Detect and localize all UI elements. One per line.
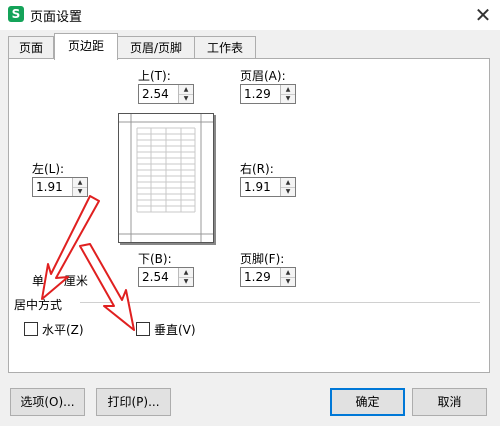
- horizontal-center-label[interactable]: 水平(Z): [42, 321, 84, 338]
- right-margin-label: 右(R):: [240, 162, 274, 176]
- spin-down-icon[interactable]: ▼: [281, 277, 295, 286]
- bottom-margin-value[interactable]: 2.54: [142, 270, 169, 284]
- cancel-button[interactable]: 取消: [412, 388, 487, 416]
- right-margin-spinner[interactable]: 1.91 ▲ ▼: [240, 177, 296, 197]
- page-preview-graphic: [119, 114, 213, 242]
- centering-group-label: 居中方式: [14, 298, 63, 312]
- spin-down-icon[interactable]: ▼: [179, 94, 193, 103]
- footer-margin-label: 页脚(F):: [240, 252, 285, 266]
- tab-margins[interactable]: 页边距: [54, 33, 118, 60]
- left-margin-label: 左(L):: [32, 162, 65, 176]
- left-margin-spinner[interactable]: 1.91 ▲ ▼: [32, 177, 88, 197]
- unit-label: 单位: 厘米: [32, 274, 88, 288]
- top-margin-value[interactable]: 2.54: [142, 87, 169, 101]
- wps-app-icon: S: [8, 6, 24, 22]
- window-title: 页面设置: [30, 10, 83, 25]
- spin-down-icon[interactable]: ▼: [281, 187, 295, 196]
- vertical-center-label[interactable]: 垂直(V): [154, 321, 196, 338]
- ok-button[interactable]: 确定: [330, 388, 405, 416]
- bottom-margin-label: 下(B):: [138, 252, 172, 266]
- horizontal-center-checkbox[interactable]: [24, 322, 38, 336]
- close-icon[interactable]: ✕: [471, 3, 495, 27]
- vertical-center-checkbox[interactable]: [136, 322, 150, 336]
- top-margin-label: 上(T):: [138, 69, 171, 83]
- header-margin-value[interactable]: 1.29: [244, 87, 271, 101]
- left-margin-value[interactable]: 1.91: [36, 180, 63, 194]
- print-button[interactable]: 打印(P)...: [96, 388, 171, 416]
- page-preview: [118, 113, 214, 243]
- header-margin-spinner[interactable]: 1.29 ▲ ▼: [240, 84, 296, 104]
- spin-down-icon[interactable]: ▼: [281, 94, 295, 103]
- right-margin-value[interactable]: 1.91: [244, 180, 271, 194]
- footer-margin-value[interactable]: 1.29: [244, 270, 271, 284]
- centering-divider: [80, 302, 480, 303]
- footer-margin-spinner[interactable]: 1.29 ▲ ▼: [240, 267, 296, 287]
- spin-down-icon[interactable]: ▼: [73, 187, 87, 196]
- options-button[interactable]: 选项(O)...: [10, 388, 85, 416]
- tab-header-footer[interactable]: 页眉/页脚: [117, 36, 195, 59]
- bottom-margin-spinner[interactable]: 2.54 ▲ ▼: [138, 267, 194, 287]
- tab-page[interactable]: 页面: [8, 36, 54, 59]
- top-margin-spinner[interactable]: 2.54 ▲ ▼: [138, 84, 194, 104]
- spin-down-icon[interactable]: ▼: [179, 277, 193, 286]
- tab-worksheet[interactable]: 工作表: [194, 36, 256, 59]
- header-margin-label: 页眉(A):: [240, 69, 286, 83]
